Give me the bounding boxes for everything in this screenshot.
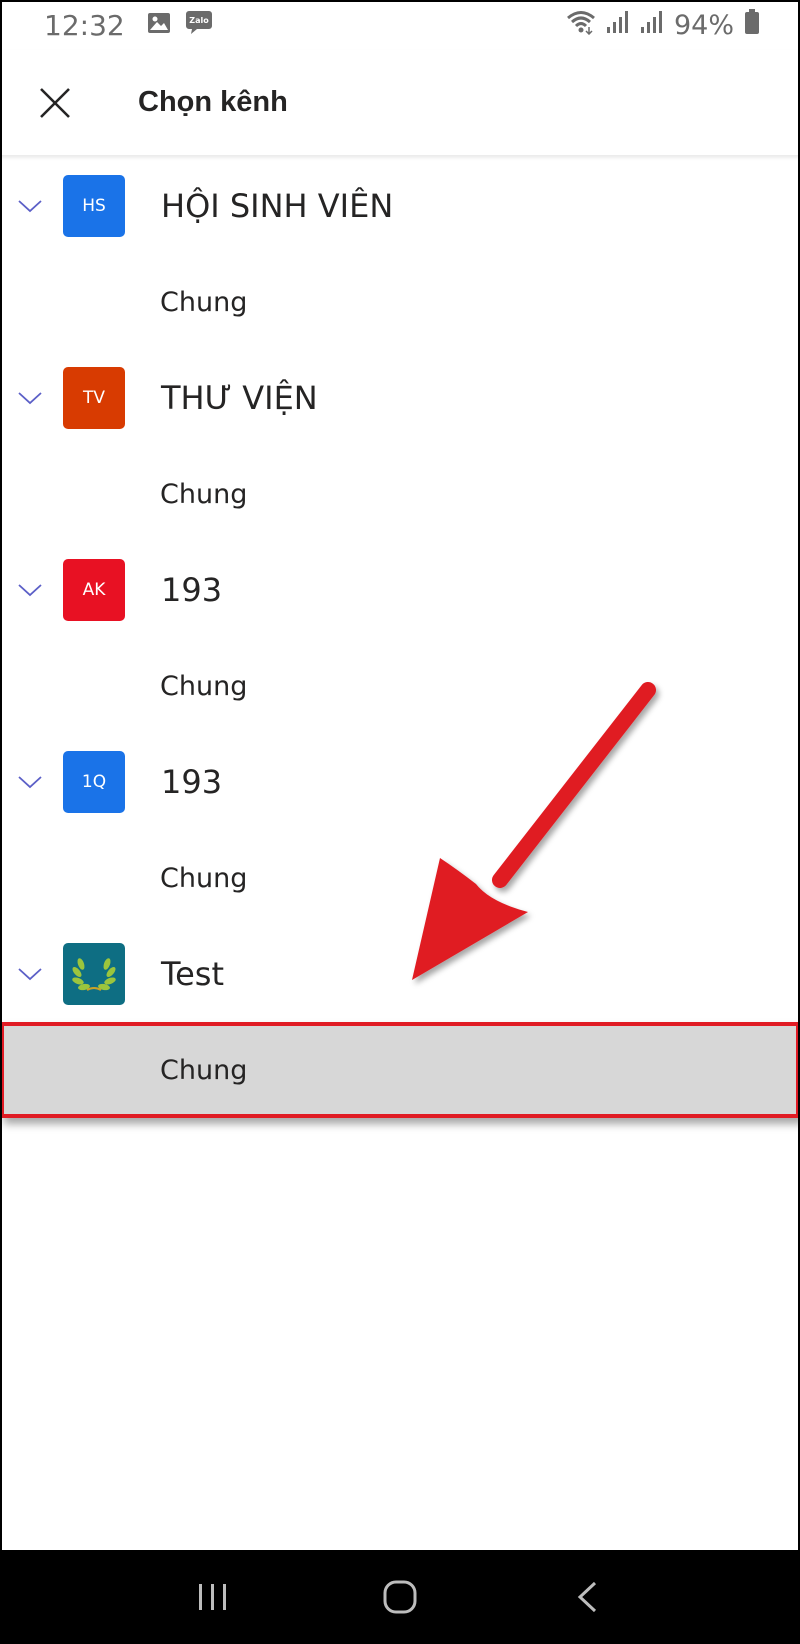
home-icon: [383, 1580, 417, 1614]
team-avatar: AK: [63, 559, 125, 621]
team-avatar: 1Q: [63, 751, 125, 813]
recent-apps-icon: [199, 1584, 227, 1610]
team-row[interactable]: TV THƯ VIỆN: [0, 350, 800, 446]
team-row[interactable]: 1Q 193: [0, 734, 800, 830]
battery-percent: 94%: [673, 9, 734, 41]
signal-icon: [640, 9, 664, 41]
team-row[interactable]: Test: [0, 926, 800, 1022]
chevron-down-icon[interactable]: [13, 189, 47, 223]
channel-item[interactable]: Chung: [0, 254, 800, 350]
chevron-down-icon[interactable]: [13, 957, 47, 991]
team-name: THƯ VIỆN: [161, 379, 318, 417]
battery-icon: [744, 8, 760, 42]
back-button[interactable]: [557, 1567, 617, 1627]
close-icon: [40, 87, 70, 118]
channel-item-selected[interactable]: Chung: [0, 1022, 800, 1118]
team-avatar: TV: [63, 367, 125, 429]
team-row[interactable]: HS HỘI SINH VIÊN: [0, 158, 800, 254]
laurel-wreath-icon: [72, 958, 116, 991]
channel-item[interactable]: Chung: [0, 446, 800, 542]
svg-text:Zalo: Zalo: [189, 16, 209, 25]
status-bar: 12:32 Zalo 94%: [0, 0, 800, 50]
team-name: 193: [161, 763, 223, 801]
team-avatar: [63, 943, 125, 1005]
team-avatar-initials: HS: [82, 196, 106, 216]
back-icon: [577, 1581, 596, 1613]
page-title: Chọn kênh: [138, 86, 288, 118]
home-button[interactable]: [370, 1567, 430, 1627]
system-nav-bar: [0, 1550, 800, 1644]
team-row[interactable]: AK 193: [0, 542, 800, 638]
app-header: Chọn kênh: [0, 50, 800, 156]
team-avatar-initials: AK: [82, 580, 106, 600]
channel-picker-list: HS HỘI SINH VIÊN Chung TV THƯ VIỆN Chung…: [0, 158, 800, 1118]
wifi-icon: [566, 9, 596, 42]
recent-apps-button[interactable]: [183, 1567, 243, 1627]
chevron-down-icon[interactable]: [13, 765, 47, 799]
status-time: 12:32: [44, 8, 125, 42]
chevron-down-icon[interactable]: [13, 573, 47, 607]
team-avatar-initials: 1Q: [81, 772, 107, 792]
team-name: 193: [161, 571, 223, 609]
channel-name: Chung: [160, 478, 248, 510]
team-name: Test: [161, 955, 225, 993]
team-avatar: HS: [63, 175, 125, 237]
channel-name: Chung: [160, 862, 248, 894]
channel-item[interactable]: Chung: [0, 638, 800, 734]
team-avatar-initials: TV: [82, 388, 105, 408]
channel-name: Chung: [160, 286, 248, 318]
team-name: HỘI SINH VIÊN: [161, 187, 394, 225]
gallery-icon: [147, 9, 171, 41]
zalo-icon: Zalo: [185, 9, 213, 42]
channel-name: Chung: [160, 1054, 248, 1086]
channel-name: Chung: [160, 670, 248, 702]
close-button[interactable]: [30, 78, 80, 128]
signal-icon: [606, 9, 630, 41]
chevron-down-icon[interactable]: [13, 381, 47, 415]
channel-item[interactable]: Chung: [0, 830, 800, 926]
